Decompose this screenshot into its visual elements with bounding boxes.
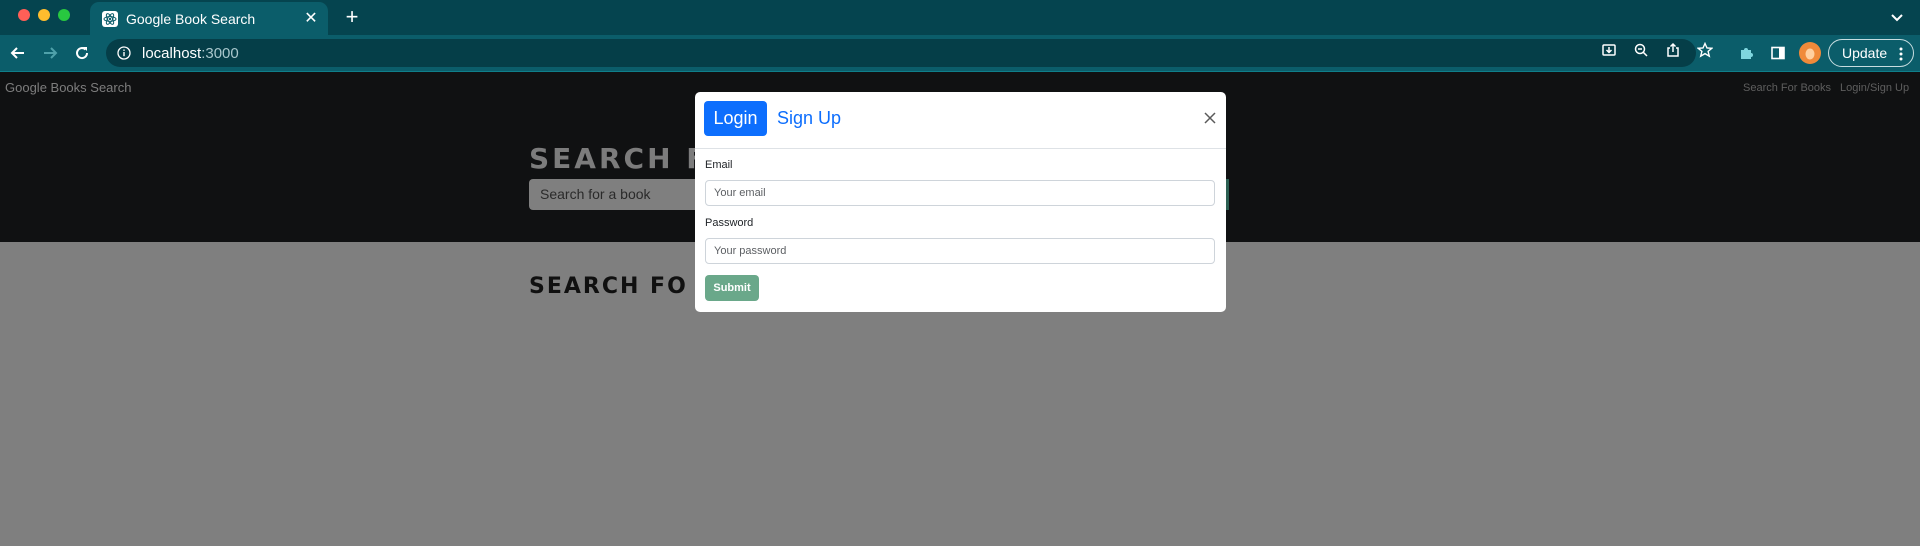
install-icon[interactable]: [1600, 41, 1618, 59]
url-host: localhost: [142, 44, 202, 62]
site-info-icon[interactable]: [116, 45, 132, 61]
window-zoom-button[interactable]: [58, 9, 70, 21]
side-panel-icon[interactable]: [1768, 43, 1788, 63]
profile-avatar[interactable]: [1799, 42, 1821, 64]
tab-login[interactable]: Login: [704, 101, 767, 136]
password-label: Password: [705, 217, 754, 229]
zoom-icon[interactable]: [1632, 41, 1650, 59]
hero-heading: SEARCH F: [529, 142, 709, 175]
browser-tab-active[interactable]: Google Book Search ✕: [90, 2, 328, 35]
email-field[interactable]: [705, 180, 1215, 206]
reload-icon[interactable]: [72, 43, 92, 63]
password-field[interactable]: [705, 238, 1215, 264]
window-close-button[interactable]: [18, 9, 30, 21]
forward-icon[interactable]: [40, 43, 60, 63]
window-minimize-button[interactable]: [38, 9, 50, 21]
tab-list-chevron-icon[interactable]: [1888, 8, 1906, 26]
nav-link-search[interactable]: Search For Books: [1743, 82, 1831, 94]
kebab-menu-icon[interactable]: [1899, 46, 1903, 62]
extensions-icon[interactable]: [1736, 43, 1756, 63]
modal-header: Login Sign Up: [695, 92, 1226, 149]
tab-strip: Google Book Search ✕ +: [0, 0, 1920, 35]
browser-toolbar: localhost:3000 Update: [0, 35, 1920, 71]
update-button-label: Update: [1842, 45, 1888, 61]
update-button[interactable]: Update: [1828, 39, 1914, 67]
nav-link-login[interactable]: Login/Sign Up: [1840, 82, 1909, 94]
site-brand[interactable]: Google Books Search: [5, 80, 131, 95]
back-icon[interactable]: [8, 43, 28, 63]
tab-close-icon[interactable]: ✕: [300, 10, 322, 27]
bookmark-star-icon[interactable]: [1696, 41, 1714, 59]
email-label: Email: [705, 159, 733, 171]
address-bar[interactable]: localhost:3000: [106, 39, 1696, 67]
tab-signup[interactable]: Sign Up: [777, 101, 841, 136]
close-icon[interactable]: [1202, 110, 1218, 126]
share-icon[interactable]: [1664, 41, 1682, 59]
tab-title: Google Book Search: [126, 10, 256, 27]
react-favicon-icon: [102, 10, 118, 27]
submit-button[interactable]: Submit: [705, 275, 759, 301]
new-tab-button[interactable]: +: [340, 5, 364, 29]
url-port: :3000: [201, 44, 239, 62]
login-modal: Login Sign Up Email Password Submit: [695, 92, 1226, 312]
results-heading: SEARCH FO: [529, 274, 688, 299]
